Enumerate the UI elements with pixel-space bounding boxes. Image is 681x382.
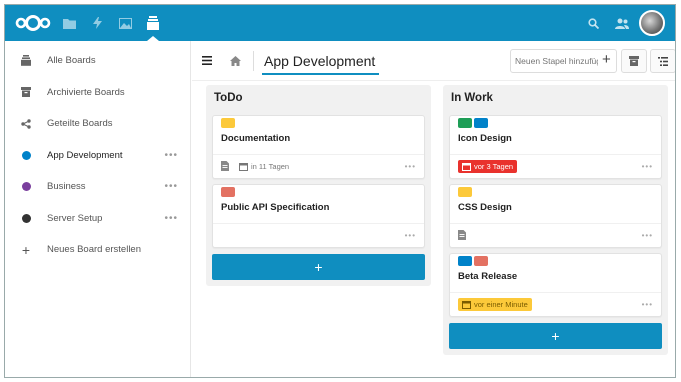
calendar-icon	[239, 163, 248, 171]
deck-icon[interactable]	[139, 5, 167, 41]
sidebar-item-new-board[interactable]: + Neues Board erstellen	[5, 234, 190, 266]
search-icon[interactable]	[588, 17, 599, 29]
home-icon[interactable]	[224, 55, 246, 66]
more-icon[interactable]: •••	[164, 213, 178, 224]
sidebar-item-label: Neues Board erstellen	[47, 244, 141, 256]
card-css-design[interactable]: CSS Design •••	[449, 184, 662, 248]
stack-title[interactable]: ToDo	[206, 85, 431, 111]
stack-todo: ToDo Documentation in 11 Tagen ••• Publi…	[206, 85, 431, 286]
stack-title[interactable]: In Work	[443, 85, 668, 111]
top-header	[5, 5, 675, 41]
card-public-api-specification[interactable]: Public API Specification •••	[212, 184, 425, 248]
sidebar: Alle Boards Archivierte Boards Geteilte …	[5, 41, 191, 377]
stack-in-work: In Work Icon Design vor 3 Tagen ••• CSS …	[443, 85, 668, 355]
card-documentation[interactable]: Documentation in 11 Tagen •••	[212, 115, 425, 179]
due-date: vor 3 Tagen	[458, 160, 518, 173]
card-title: Documentation	[221, 133, 291, 144]
board-color-dot	[21, 182, 31, 192]
contacts-icon[interactable]	[615, 18, 629, 29]
nextcloud-logo[interactable]	[11, 5, 55, 41]
sidebar-item-server-setup[interactable]: Server Setup •••	[5, 203, 190, 235]
card-labels	[458, 187, 472, 197]
archive-toggle-button[interactable]	[621, 49, 647, 73]
board-color-dot	[21, 150, 31, 160]
avatar[interactable]	[639, 10, 665, 36]
gallery-icon[interactable]	[111, 5, 139, 41]
menu-icon[interactable]	[202, 53, 220, 68]
card-labels	[458, 256, 488, 266]
card-footer: in 11 Tagen	[213, 154, 424, 178]
card-footer	[450, 223, 661, 247]
activity-icon[interactable]	[83, 5, 111, 41]
card-footer: vor 3 Tagen	[450, 154, 661, 178]
list-icon	[658, 56, 668, 66]
card-title: Beta Release	[458, 271, 518, 282]
label-tag	[474, 118, 488, 128]
sidebar-item-label: App Development	[47, 149, 123, 161]
app-window: Alle Boards Archivierte Boards Geteilte …	[4, 4, 676, 378]
card-menu-icon[interactable]: •••	[642, 162, 653, 171]
due-date-text: vor 3 Tagen	[474, 162, 514, 171]
sidebar-item-label: Server Setup	[47, 212, 103, 224]
add-stack-button[interactable]: +	[602, 52, 611, 68]
boards-icon	[19, 55, 33, 67]
card-footer	[213, 223, 424, 247]
board-main: App Development + ToDo Documentation	[192, 41, 675, 377]
sidebar-item-shared-boards[interactable]: Geteilte Boards	[5, 108, 190, 140]
card-title: CSS Design	[458, 202, 512, 213]
sidebar-item-app-development[interactable]: App Development •••	[5, 140, 190, 172]
card-beta-release[interactable]: Beta Release vor einer Minute •••	[449, 253, 662, 317]
card-title: Icon Design	[458, 133, 512, 144]
add-card-button[interactable]: +	[212, 254, 425, 280]
board-toolbar: App Development +	[192, 41, 675, 81]
card-labels	[458, 118, 488, 128]
files-icon[interactable]	[55, 5, 83, 41]
sidebar-item-label: Alle Boards	[47, 55, 96, 67]
sidebar-item-all-boards[interactable]: Alle Boards	[5, 45, 190, 77]
description-icon	[458, 229, 466, 242]
share-icon	[19, 119, 33, 129]
calendar-icon	[462, 163, 471, 171]
card-labels	[221, 187, 235, 197]
due-date: vor einer Minute	[458, 298, 532, 311]
sidebar-item-label: Geteilte Boards	[47, 118, 113, 130]
due-date-text: vor einer Minute	[474, 300, 528, 309]
label-tag	[458, 256, 472, 266]
sidebar-item-business[interactable]: Business •••	[5, 171, 190, 203]
card-title: Public API Specification	[221, 202, 330, 213]
card-footer: vor einer Minute	[450, 292, 661, 316]
card-labels	[221, 118, 235, 128]
card-menu-icon[interactable]: •••	[405, 231, 416, 240]
description-icon	[221, 160, 229, 173]
archive-icon	[19, 87, 33, 98]
calendar-icon	[462, 301, 471, 309]
breadcrumb-separator	[246, 50, 254, 71]
card-menu-icon[interactable]: •••	[642, 300, 653, 309]
label-tag	[221, 118, 235, 128]
add-card-button[interactable]: +	[449, 323, 662, 349]
due-date: in 11 Tagen	[235, 160, 293, 173]
sidebar-item-label: Archivierte Boards	[47, 86, 125, 98]
page-title[interactable]: App Development	[262, 53, 380, 75]
label-tag	[458, 187, 472, 197]
card-icon-design[interactable]: Icon Design vor 3 Tagen •••	[449, 115, 662, 179]
sidebar-item-label: Business	[47, 181, 86, 193]
board-color-dot	[21, 213, 31, 223]
new-stack-input[interactable]	[510, 49, 617, 73]
card-menu-icon[interactable]: •••	[642, 231, 653, 240]
due-date-text: in 11 Tagen	[251, 162, 290, 171]
more-icon[interactable]: •••	[164, 181, 178, 192]
archive-icon	[629, 56, 639, 66]
label-tag	[474, 256, 488, 266]
label-tag	[458, 118, 472, 128]
label-tag	[221, 187, 235, 197]
details-toggle-button[interactable]	[650, 49, 675, 73]
sidebar-item-archived-boards[interactable]: Archivierte Boards	[5, 77, 190, 109]
more-icon[interactable]: •••	[164, 150, 178, 161]
card-menu-icon[interactable]: •••	[405, 162, 416, 171]
header-right	[588, 5, 665, 41]
plus-icon: +	[21, 241, 31, 258]
